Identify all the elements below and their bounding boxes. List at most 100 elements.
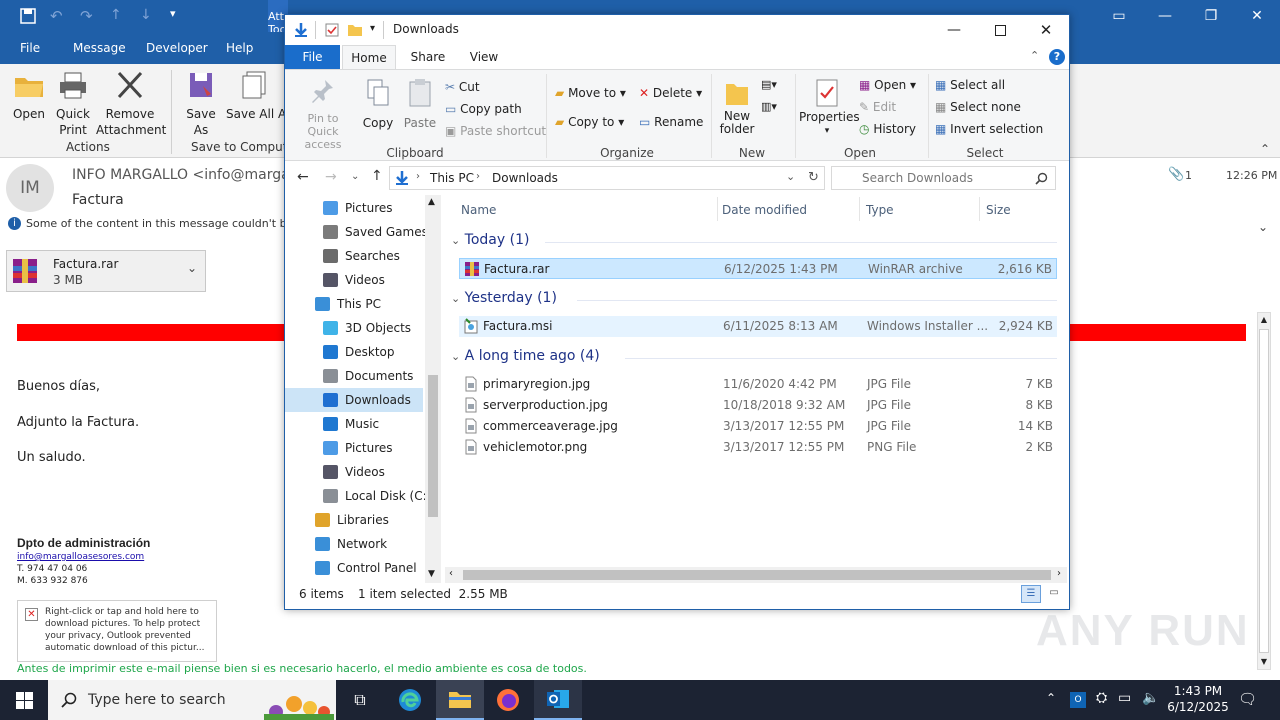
- refresh-icon[interactable]: ↻: [808, 170, 819, 185]
- delete-button[interactable]: ✕ Delete ▾: [639, 86, 702, 100]
- save-as-button[interactable]: Save As: [180, 70, 222, 138]
- copy-to-button[interactable]: ▰ Copy to ▾: [555, 115, 624, 129]
- up-arrow-icon[interactable]: ↑: [110, 7, 122, 23]
- attachment-card[interactable]: Factura.rar 3 MB ⌄: [6, 250, 206, 292]
- save-all-attachments-button[interactable]: Save All Attachmen: [226, 70, 284, 122]
- history-button[interactable]: ◷ History: [859, 122, 916, 136]
- scroll-left-icon[interactable]: ‹: [449, 568, 453, 579]
- file-row[interactable]: serverproduction.jpg 10/18/2018 9:32 AM JP…: [459, 395, 1057, 416]
- close-icon[interactable]: ✕: [1234, 0, 1280, 32]
- select-all-button[interactable]: ▦ Select all: [935, 78, 1005, 92]
- volume-icon[interactable]: 🔈: [1142, 690, 1159, 706]
- nav-item-videos[interactable]: Videos: [285, 460, 423, 484]
- back-arrow-icon[interactable]: ←: [297, 169, 309, 185]
- signature-email-link[interactable]: info@margalloasesores.com: [17, 552, 144, 562]
- network-icon[interactable]: ▭: [1118, 690, 1131, 706]
- collapse-ribbon-icon[interactable]: ⌃: [1030, 49, 1039, 62]
- recent-locations-icon[interactable]: ⌄: [351, 171, 359, 182]
- nav-item-libraries[interactable]: Libraries: [285, 508, 423, 532]
- breadcrumb-this-pc[interactable]: This PC: [430, 171, 474, 185]
- up-arrow-icon[interactable]: ↑: [371, 168, 383, 184]
- rename-button[interactable]: ▭ Rename: [639, 115, 703, 129]
- menu-file[interactable]: File: [20, 41, 40, 55]
- customize-qat-icon[interactable]: ▾: [370, 23, 375, 34]
- column-type[interactable]: Type: [866, 203, 894, 217]
- ribbon-display-icon[interactable]: ▭: [1096, 0, 1142, 32]
- column-name[interactable]: Name: [461, 203, 496, 217]
- help-icon[interactable]: ?: [1049, 49, 1065, 65]
- nav-item-3d-objects[interactable]: 3D Objects: [285, 316, 423, 340]
- file-row[interactable]: primaryregion.jpg 11/6/2020 4:42 PM JPG Fi…: [459, 374, 1057, 395]
- nav-item-searches[interactable]: Searches: [285, 244, 423, 268]
- scroll-thumb[interactable]: [428, 375, 438, 517]
- tab-share[interactable]: Share: [403, 45, 453, 69]
- scroll-thumb[interactable]: [463, 570, 1051, 580]
- file-row[interactable]: commerceaverage.jpg 3/13/2017 12:55 PM JPG…: [459, 416, 1057, 437]
- menu-help[interactable]: Help: [226, 41, 253, 55]
- undo-icon[interactable]: ↶: [50, 7, 63, 25]
- blocked-image-placeholder[interactable]: ✕ Right-click or tap and hold here to do…: [17, 600, 217, 662]
- nav-item-videos[interactable]: Videos: [285, 268, 423, 292]
- details-view-icon[interactable]: ☰: [1021, 585, 1041, 603]
- paste-button[interactable]: Paste: [401, 78, 439, 130]
- nav-item-desktop[interactable]: Desktop: [285, 340, 423, 364]
- redo-icon[interactable]: ↷: [80, 7, 93, 25]
- scroll-down-icon[interactable]: ▼: [1258, 655, 1270, 669]
- horizontal-scrollbar[interactable]: ‹ ›: [445, 567, 1067, 583]
- nav-item-pictures[interactable]: Pictures: [285, 196, 423, 220]
- show-hidden-icons[interactable]: ⌃: [1046, 691, 1056, 705]
- breadcrumb-downloads[interactable]: Downloads: [492, 171, 558, 185]
- notifications-icon[interactable]: 🗨: [1238, 690, 1257, 708]
- new-item-icon[interactable]: ▤▾: [761, 78, 777, 92]
- customize-qat-icon[interactable]: ▾: [170, 7, 176, 20]
- nav-scrollbar[interactable]: ▲ ▼: [425, 195, 441, 583]
- outlook-tray-icon[interactable]: O: [1070, 692, 1086, 708]
- edge-button[interactable]: [386, 680, 434, 720]
- nav-item-network[interactable]: Network: [285, 532, 423, 556]
- paste-shortcut-button[interactable]: ▣ Paste shortcut: [445, 124, 546, 138]
- search-box[interactable]: Search Downloads: [831, 166, 1056, 190]
- minimize-icon[interactable]: —: [931, 15, 977, 45]
- open-attachment-button[interactable]: Open: [8, 70, 50, 122]
- quick-print-button[interactable]: Quick Print: [52, 70, 94, 138]
- save-icon[interactable]: [20, 8, 36, 24]
- minimize-icon[interactable]: —: [1142, 0, 1188, 32]
- outlook-button[interactable]: [534, 680, 582, 720]
- firefox-button[interactable]: [484, 680, 532, 720]
- new-folder-button[interactable]: New folder: [717, 78, 757, 136]
- content-warning[interactable]: Some of the content in this message coul…: [26, 217, 303, 230]
- maximize-icon[interactable]: [977, 15, 1023, 45]
- expand-header-icon[interactable]: ⌄: [1258, 220, 1268, 234]
- cut-button[interactable]: ✂ Cut: [445, 80, 480, 94]
- open-button[interactable]: ▦ Open ▾: [859, 78, 916, 92]
- file-explorer-button[interactable]: [436, 680, 484, 720]
- select-none-button[interactable]: ▦ Select none: [935, 100, 1021, 114]
- nav-item-music[interactable]: Music: [285, 412, 423, 436]
- tab-file[interactable]: File: [285, 45, 340, 69]
- file-row[interactable]: Factura.rar 6/12/2025 1:43 PM WinRAR archi…: [459, 258, 1057, 279]
- clock[interactable]: 1:43 PM 6/12/2025: [1166, 683, 1230, 715]
- address-bar[interactable]: › This PC › Downloads ⌄ ↻: [389, 166, 825, 190]
- address-dropdown-icon[interactable]: ⌄: [786, 170, 795, 183]
- nav-item-this-pc[interactable]: This PC: [285, 292, 423, 316]
- collapse-ribbon-icon[interactable]: ⌃: [1260, 142, 1270, 156]
- nav-item-saved-games[interactable]: Saved Games: [285, 220, 428, 244]
- scroll-up-icon[interactable]: ▲: [1258, 313, 1270, 327]
- column-size[interactable]: Size: [986, 203, 1011, 217]
- task-view-button[interactable]: ⧉: [336, 680, 384, 720]
- menu-message[interactable]: Message: [73, 41, 126, 55]
- copy-path-button[interactable]: ▭ Copy path: [445, 102, 522, 116]
- remove-attachment-button[interactable]: Remove Attachment: [96, 70, 166, 138]
- file-row[interactable]: Factura.msi 6/11/2025 8:13 AM Windows Inst…: [459, 316, 1057, 337]
- tab-home[interactable]: Home: [342, 45, 396, 70]
- down-arrow-icon[interactable]: ↓: [140, 7, 152, 23]
- edit-button[interactable]: ✎ Edit: [859, 100, 896, 114]
- sender[interactable]: INFO MARGALLO <info@margal: [72, 167, 294, 183]
- file-row[interactable]: vehiclemotor.png 3/13/2017 12:55 PM PNG Fi…: [459, 437, 1057, 458]
- invert-selection-button[interactable]: ▦ Invert selection: [935, 122, 1043, 136]
- group-header[interactable]: ⌄ Today (1): [451, 232, 529, 248]
- group-header[interactable]: ⌄ A long time ago (4): [451, 348, 600, 364]
- properties-button[interactable]: Properties ▾: [799, 78, 860, 138]
- chevron-down-icon[interactable]: ⌄: [187, 261, 197, 275]
- nav-item-documents[interactable]: Documents: [285, 364, 423, 388]
